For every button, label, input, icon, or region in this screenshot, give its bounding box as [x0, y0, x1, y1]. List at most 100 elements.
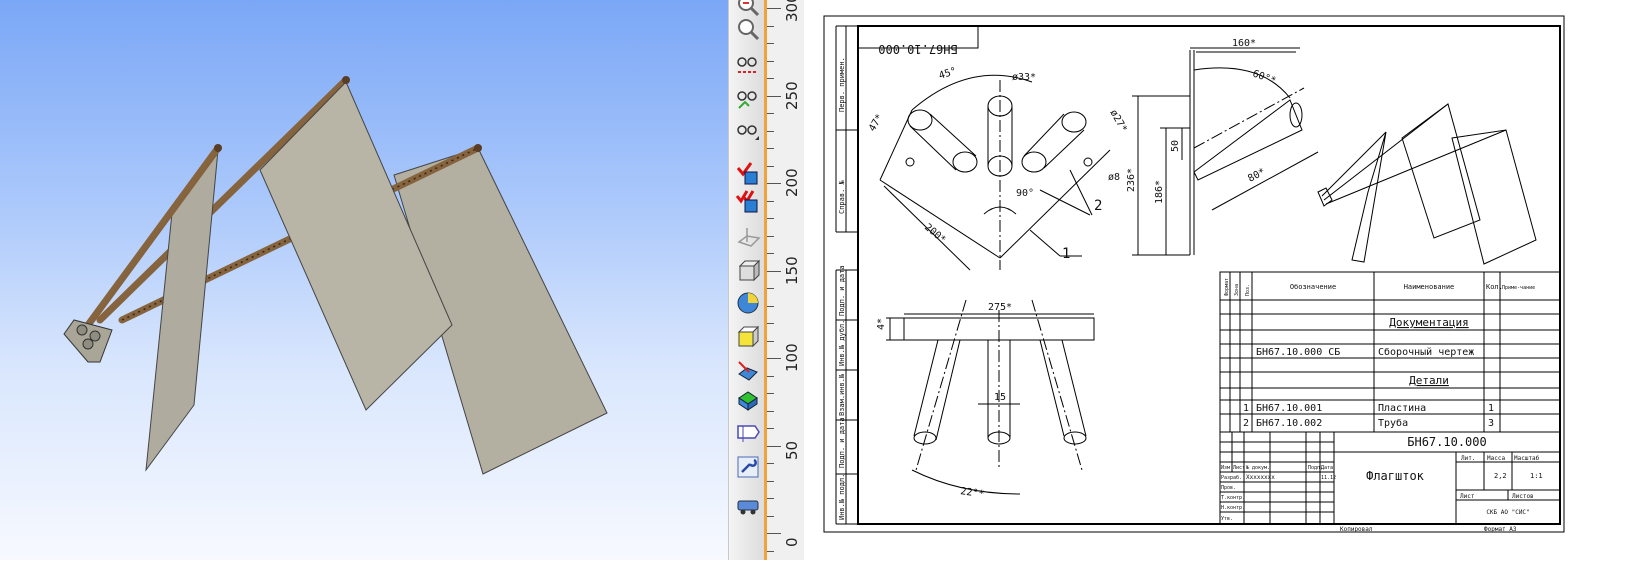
ruler-label: 200 [783, 168, 801, 197]
ruler-tick [767, 148, 774, 149]
dim-d200: 200* [922, 222, 948, 246]
show-icon[interactable] [735, 86, 761, 112]
ruler-tick [767, 183, 781, 184]
glasses-icon[interactable] [735, 118, 761, 144]
title-name: Флагшток [1366, 469, 1425, 483]
title-scale-label: Масштаб [1514, 455, 1540, 462]
ruler-tick [767, 253, 774, 254]
check-boxes-icon[interactable] [735, 188, 761, 214]
ruler-tick [767, 270, 781, 272]
spec-header-zone: Зона [1234, 284, 1240, 296]
spec-header-pos: Поз. [1245, 284, 1251, 296]
ruler-tick [767, 25, 774, 27]
title-date: 11.12 [1321, 475, 1336, 481]
ruler-tick [767, 480, 774, 482]
title-mass: 2,2 [1494, 472, 1507, 480]
3d-model-view [63, 76, 608, 475]
vertical-ruler: 300 250 200 150 100 50 0 [764, 0, 804, 560]
spec-row-designation: БН67.10.002 [1256, 418, 1322, 429]
spec-section-docs: Документация [1389, 316, 1468, 329]
ruler-tick [767, 358, 781, 359]
dim-dia33: ø33* [1012, 72, 1036, 83]
ruler-tick [767, 113, 774, 114]
drawing-sheet[interactable]: Перв. примен. Справ. № Подп. и дата Инв.… [820, 0, 1648, 560]
title-row-label: Утв. [1221, 516, 1233, 522]
ruler-tick [767, 165, 774, 167]
dim-len160: 160* [1232, 38, 1256, 49]
front-view [886, 299, 1095, 495]
top-view [879, 74, 1111, 271]
spec-header-note: Приме-чание [1502, 285, 1535, 291]
side-label-column: Перв. примен. Справ. № Подп. и дата Инв.… [835, 25, 858, 525]
dim-d50: 50 [1170, 140, 1181, 152]
side-label: Подп. и дата [838, 417, 846, 468]
spec-row-qty: 3 [1488, 418, 1494, 429]
ruler-tick [767, 95, 781, 97]
spec-header-format: Формат [1224, 278, 1230, 296]
hide-icon[interactable] [735, 52, 761, 78]
ruler-tick [767, 60, 774, 62]
ruler-label: 150 [783, 255, 801, 285]
ruler-label: 250 [783, 80, 801, 110]
ruler-label: 300 [783, 0, 801, 22]
wrench-icon[interactable] [735, 454, 761, 480]
ruler-tick [767, 375, 774, 377]
assembly-drawing: Перв. примен. Справ. № Подп. и дата Инв.… [823, 15, 1565, 533]
side-label: Перв. примен. [838, 57, 846, 112]
title-lit: Лит. [1461, 455, 1475, 462]
spec-row-designation: БН67.10.001 [1256, 403, 1322, 414]
zoom-scale-icon[interactable] [735, 16, 761, 42]
car-icon[interactable] [735, 492, 761, 518]
dim-d15: 15 [994, 392, 1006, 403]
title-scale: 1:1 [1530, 472, 1543, 480]
section-icon[interactable] [735, 420, 761, 446]
dim-d236: 236* [1126, 168, 1137, 192]
ruler-tick [767, 498, 774, 499]
sphere-icon[interactable] [735, 290, 761, 316]
spec-section-parts: Детали [1409, 374, 1449, 387]
title-col-label: Дата [1321, 465, 1333, 471]
ruler-label: 50 [783, 440, 801, 460]
face-icon[interactable] [735, 386, 761, 412]
dim-angle60: 60°* [1251, 68, 1277, 87]
title-col-label: № докум. [1246, 465, 1270, 471]
spec-row-name: Пластина [1378, 403, 1426, 414]
title-col-label: Изм [1221, 465, 1230, 471]
ruler-tick [767, 515, 774, 517]
3d-viewport[interactable] [0, 0, 728, 560]
ruler-tick [767, 200, 774, 202]
title-designation: БН67.10.000 [1407, 435, 1486, 449]
ruler-tick [767, 43, 774, 44]
ruler-tick [767, 463, 774, 464]
ruler-tick [767, 323, 774, 324]
ruler-label: 0 [783, 537, 801, 547]
ruler-tick [767, 8, 781, 9]
title-sheet-label: Лист [1460, 493, 1475, 500]
ruler-label: 100 [783, 343, 801, 372]
spec-row-pos: 2 [1243, 418, 1249, 429]
spec-row-name: Труба [1378, 417, 1408, 429]
dim-d275: 275* [988, 302, 1012, 313]
side-view [1132, 47, 1319, 256]
title-col-label: Лист [1233, 465, 1245, 471]
title-row-label: Н.контр. [1221, 505, 1245, 511]
ruler-tick [767, 445, 781, 447]
ruler-tick [767, 218, 774, 219]
box-icon[interactable] [735, 258, 761, 284]
plane-icon[interactable] [735, 224, 761, 250]
side-label: Инв.№ дубл. [838, 320, 846, 366]
dim-d4: 4* [876, 318, 887, 330]
title-developer: Xxxxxxxx [1246, 474, 1275, 481]
check-box-icon[interactable] [735, 160, 761, 186]
spec-doc-designation: БН67.10.000 СБ [1256, 347, 1340, 358]
edge-icon[interactable] [735, 358, 761, 384]
side-label: Инв.№ подл. [838, 474, 846, 520]
designation-stamp: БН67.10.000 [878, 42, 957, 56]
side-label: Справ. № [838, 179, 846, 214]
ruler-tick [767, 550, 774, 552]
ruler-tick [767, 410, 774, 412]
dim-d47: 47* [867, 112, 886, 133]
title-format: Формат А3 [1484, 526, 1517, 533]
ruler-tick [767, 428, 774, 429]
cube-icon[interactable] [735, 324, 761, 350]
